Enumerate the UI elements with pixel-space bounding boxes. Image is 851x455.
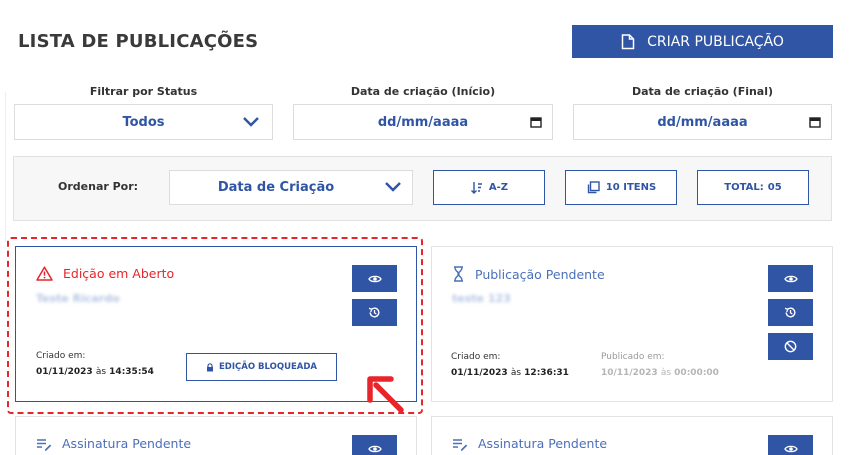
sort-icon [470, 181, 482, 194]
eye-icon [783, 445, 798, 452]
total-value: 05 [767, 182, 782, 193]
arrow-icon [367, 376, 404, 413]
warning-icon [36, 266, 53, 281]
created-label: Criado em: [451, 352, 501, 362]
calendar-icon[interactable] [809, 116, 821, 128]
edit-locked-button[interactable]: EDIÇÃO BLOQUEADA [186, 353, 337, 381]
order-select[interactable]: Data de Criação [169, 170, 413, 205]
card-status-text: Assinatura Pendente [62, 436, 192, 451]
card-status-text: Edição em Aberto [63, 266, 175, 281]
published-time: 00:00:00 [674, 368, 719, 378]
created-date: 01/11/2023 [451, 368, 508, 378]
sort-az-label: A-Z [488, 182, 509, 193]
end-date-input[interactable]: dd/mm/aaaa [573, 104, 832, 140]
signature-icon [37, 438, 52, 451]
chevron-down-icon [243, 117, 259, 127]
lock-icon [207, 362, 213, 371]
chevron-down-icon [385, 182, 401, 192]
card-status: Edição em Aberto [36, 266, 174, 281]
history-button[interactable] [768, 299, 813, 326]
cancel-button[interactable] [768, 333, 813, 360]
sort-az-button[interactable]: A-Z [433, 170, 545, 205]
eye-icon [367, 445, 382, 452]
calendar-icon[interactable] [530, 116, 542, 128]
view-button[interactable] [768, 265, 813, 292]
block-icon [784, 340, 797, 353]
published-label: Publicado em: [601, 352, 665, 362]
hourglass-icon [454, 266, 463, 282]
items-per-page-button[interactable]: 10 ITENS [565, 170, 677, 205]
document-icon [621, 33, 635, 49]
create-publication-label: CRIAR PUBLICAÇÃO [647, 33, 784, 50]
items-per-page-label: 10 ITENS [605, 182, 657, 193]
created-value: 01/11/2023 às 12:36:31 [451, 368, 569, 378]
view-button[interactable] [352, 435, 397, 455]
card-status: Assinatura Pendente [452, 436, 607, 451]
view-button[interactable] [768, 435, 813, 455]
history-icon [368, 307, 380, 318]
start-date-label: Data de criação (Início) [350, 85, 496, 98]
history-button[interactable] [352, 299, 397, 326]
copy-icon [587, 180, 600, 193]
edit-locked-label: EDIÇÃO BLOQUEADA [219, 362, 317, 372]
published-value: 10/11/2023 às 00:00:00 [601, 368, 719, 378]
left-divider [5, 92, 6, 242]
end-date-placeholder: dd/mm/aaaa [657, 114, 748, 130]
start-date-input[interactable]: dd/mm/aaaa [293, 104, 553, 140]
card-status: Publicação Pendente [452, 266, 605, 282]
signature-icon [453, 438, 468, 451]
published-separator: às [660, 368, 672, 378]
order-select-value: Data de Criação [217, 180, 335, 195]
created-separator: às [510, 368, 522, 378]
card-status-text: Publicação Pendente [475, 266, 605, 282]
created-label: Criado em: [36, 351, 86, 361]
card-title: teste 123 [452, 292, 511, 305]
status-filter-label: Filtrar por Status [89, 85, 198, 98]
order-label: Ordenar Por: [58, 180, 139, 193]
created-separator: às [95, 367, 107, 377]
status-filter-value: Todos [122, 114, 165, 130]
created-time: 12:36:31 [524, 368, 569, 378]
eye-icon [367, 275, 382, 282]
create-publication-button[interactable]: CRIAR PUBLICAÇÃO [572, 25, 833, 58]
view-button[interactable] [352, 265, 397, 292]
eye-icon [783, 275, 798, 282]
card-status-text: Assinatura Pendente [478, 436, 608, 451]
created-value: 01/11/2023 às 14:35:54 [36, 367, 154, 377]
page-title: LISTA DE PUBLICAÇÕES [18, 31, 259, 52]
start-date-placeholder: dd/mm/aaaa [377, 114, 469, 130]
created-date: 01/11/2023 [36, 367, 93, 377]
total-box: TOTAL: 05 [697, 170, 809, 205]
card-status: Assinatura Pendente [36, 436, 191, 451]
status-filter-select[interactable]: Todos [14, 104, 273, 140]
created-time: 14:35:54 [109, 367, 154, 377]
history-icon [784, 307, 796, 318]
end-date-label: Data de criação (Final) [631, 85, 774, 98]
published-date: 10/11/2023 [601, 368, 658, 378]
card-title: Teste Ricardo [36, 292, 120, 305]
total-label: TOTAL: [724, 182, 764, 193]
